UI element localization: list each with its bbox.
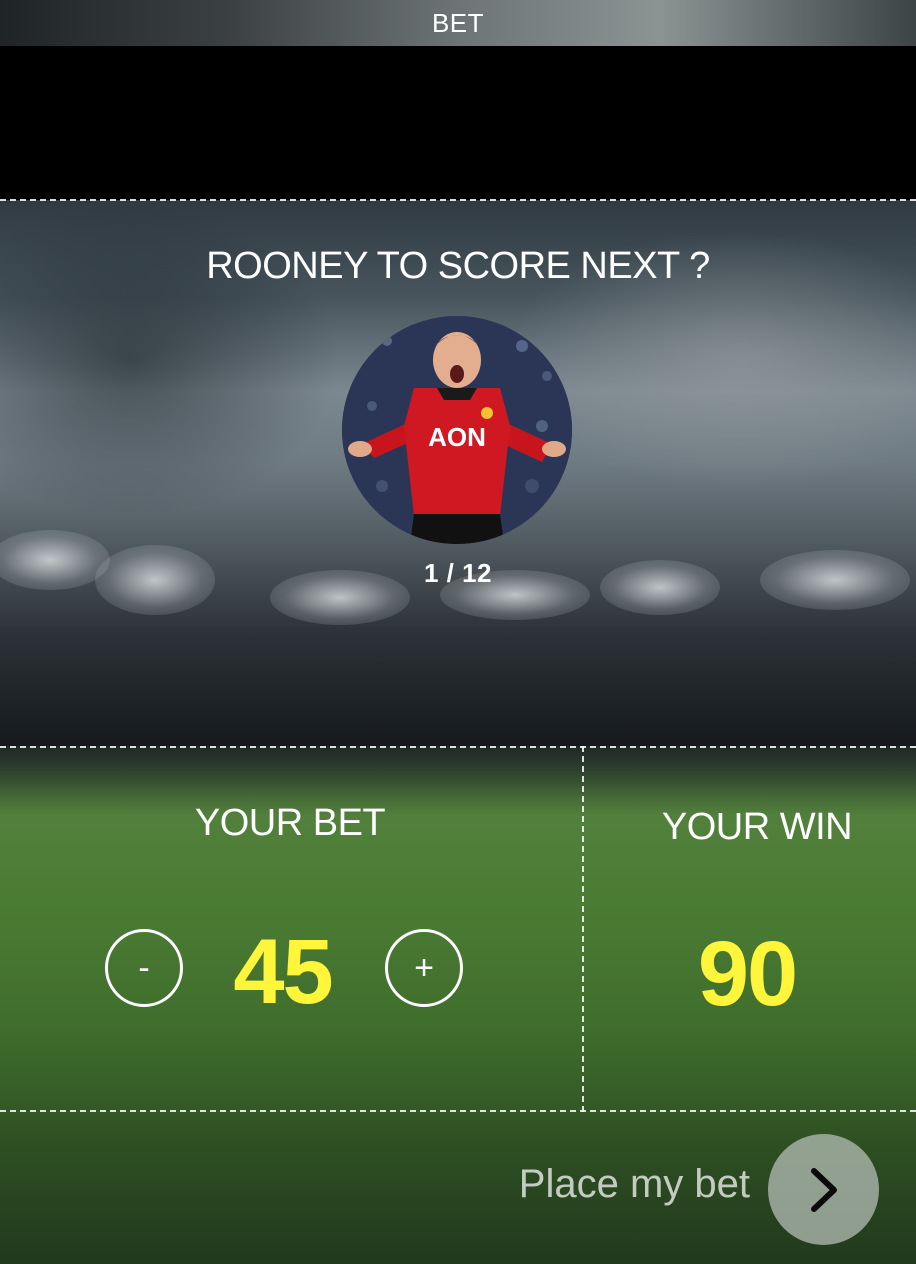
player-photo: AON	[342, 316, 572, 544]
your-bet-value: 45	[233, 921, 333, 1023]
bet-question: ROONEY TO SCORE NEXT ?	[206, 245, 710, 287]
player-figure: AON	[342, 316, 572, 544]
increment-bet-button[interactable]: +	[385, 929, 463, 1007]
question-counter: 1 / 12	[423, 558, 493, 588]
place-bet-label[interactable]: Place my bet	[430, 1162, 750, 1207]
svg-text:AON: AON	[428, 422, 486, 452]
divider-top	[0, 199, 916, 201]
your-win-label: YOUR WIN	[661, 806, 853, 848]
your-bet-label: YOUR BET	[194, 802, 386, 844]
header-title: BET	[431, 7, 485, 38]
your-win-value: 90	[697, 923, 798, 1025]
divider-bottom	[0, 1110, 916, 1112]
chevron-right-icon	[810, 1167, 837, 1212]
bet-screen: BET ROONEY TO SCORE NEXT ? AON 1 / 12 YO…	[0, 0, 916, 1264]
divider-vertical	[582, 746, 584, 1112]
divider-middle	[0, 746, 916, 748]
decrement-bet-button[interactable]: -	[105, 929, 183, 1007]
header-bar: BET	[0, 0, 916, 46]
place-bet-button[interactable]	[768, 1134, 879, 1245]
top-banner-area	[0, 46, 916, 200]
